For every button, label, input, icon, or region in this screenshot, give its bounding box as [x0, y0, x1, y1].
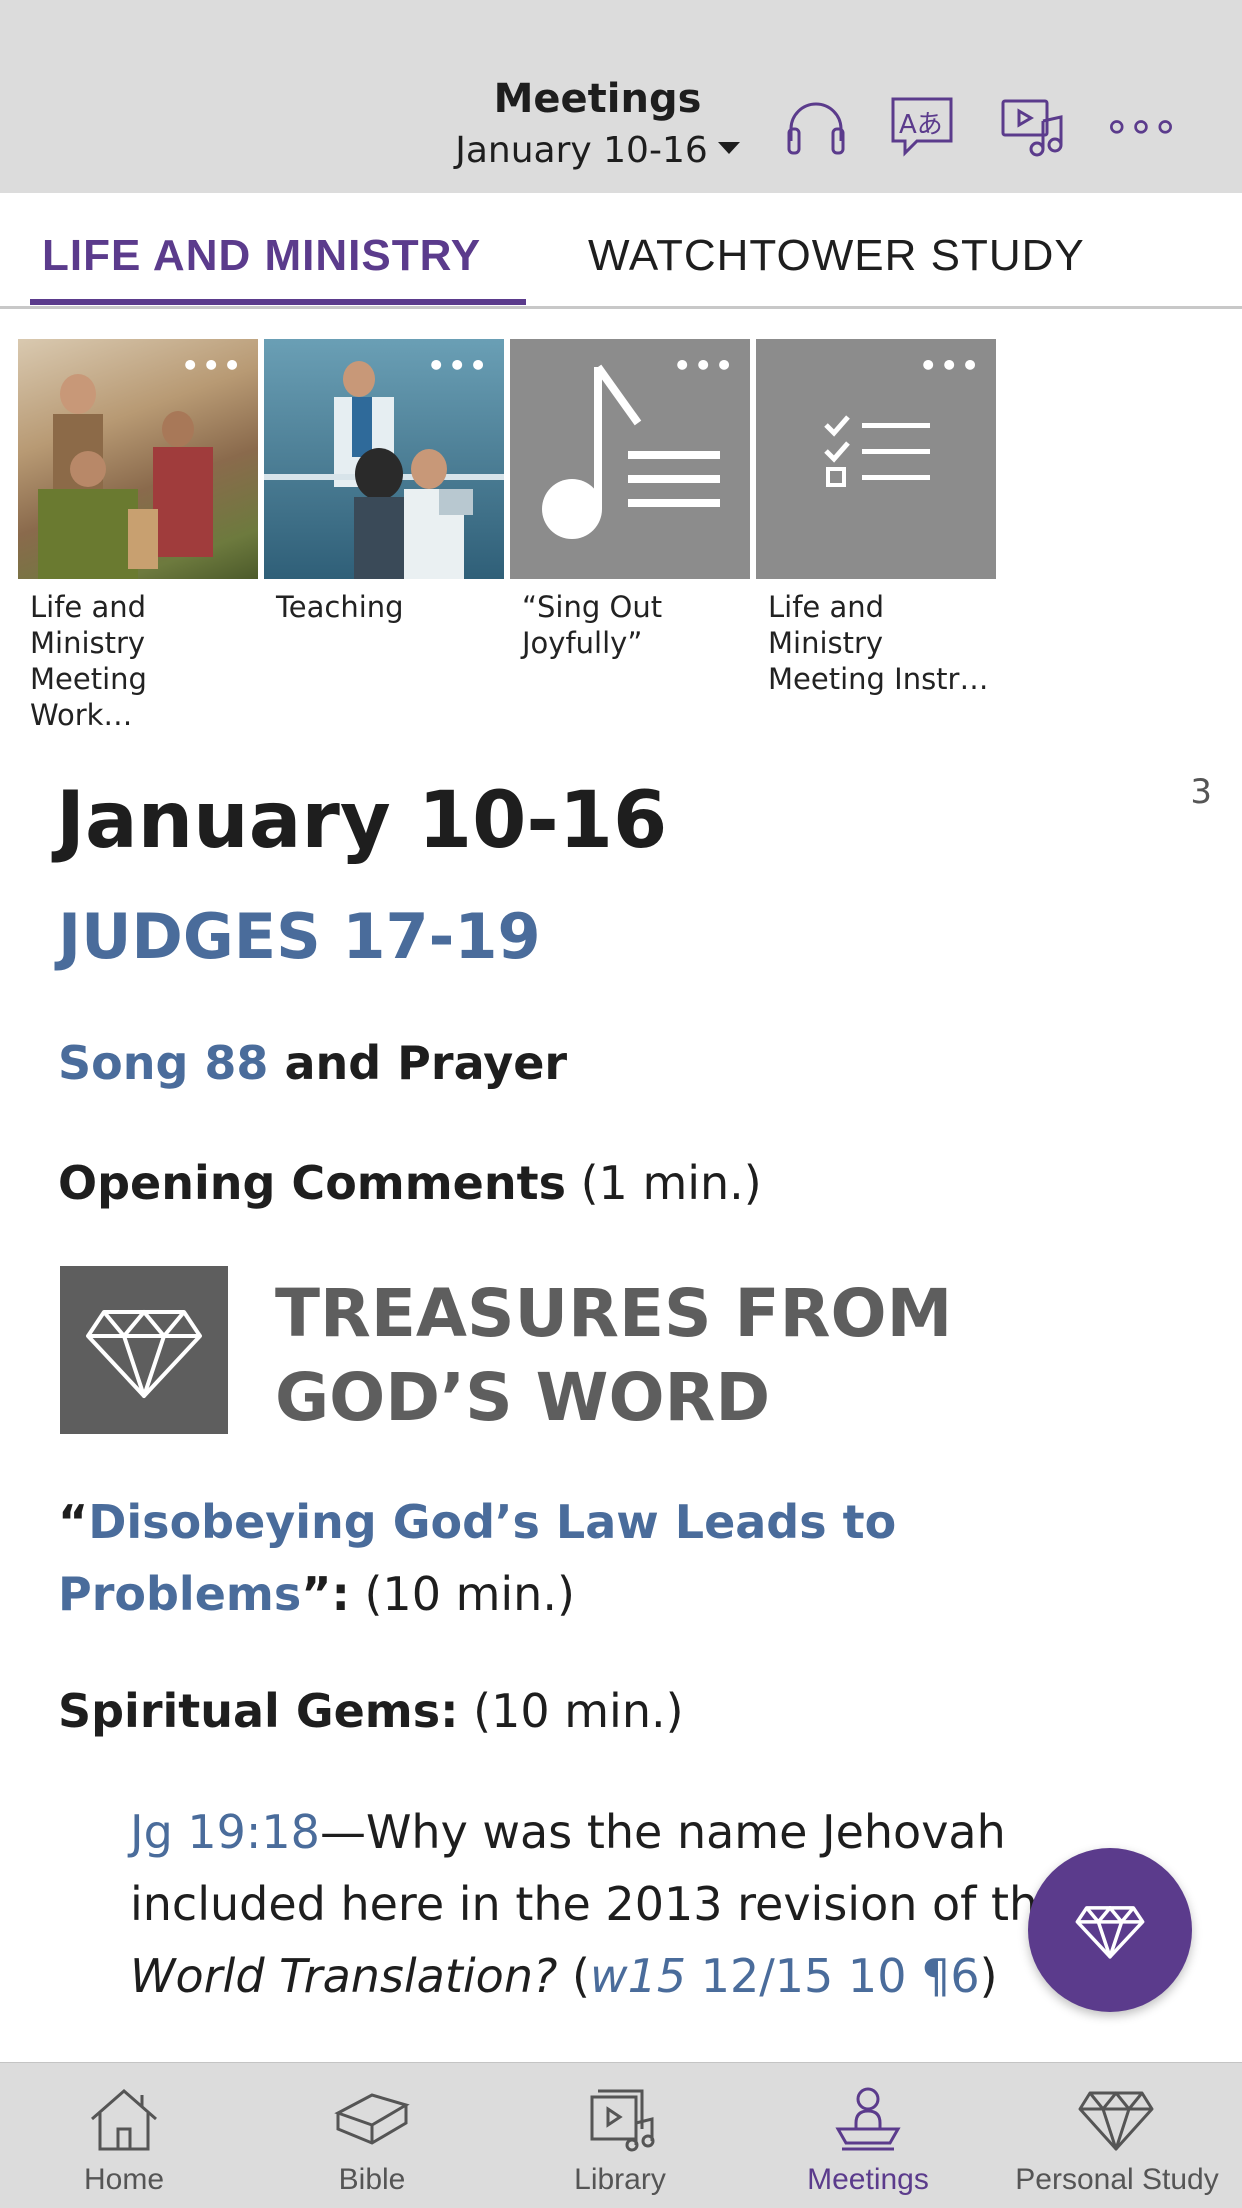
song-rest-text: and Prayer [268, 1036, 568, 1090]
language-icon[interactable]: Aあ [884, 88, 960, 164]
card-caption: “Sing Out Joyfully” [522, 590, 663, 660]
card-more-icon[interactable]: ••• [673, 349, 736, 382]
date-selector[interactable]: January 10-16 [420, 130, 775, 171]
publication-card[interactable]: ••• Life and Ministry Meeting Instr… [756, 339, 996, 697]
talk-item: “Disobeying God’s Law Leads to Problems”… [58, 1486, 1178, 1630]
nav-label: Bible [338, 2163, 406, 2196]
nav-meetings[interactable]: Meetings [744, 2063, 992, 2208]
song-link[interactable]: Song 88 [58, 1036, 268, 1090]
nav-personal-study[interactable]: Personal Study [992, 2063, 1242, 2208]
card-caption: Teaching [276, 590, 404, 624]
nav-label: Meetings [807, 2163, 929, 2196]
talk-open-quote: “ [58, 1495, 89, 1549]
gem-paren-open: ( [557, 1949, 590, 2003]
gem-paren-close: ) [979, 1949, 998, 2003]
page-number: 3 [1190, 772, 1212, 812]
nav-library[interactable]: Library [496, 2063, 744, 2208]
card-caption: Life and Ministry Meeting Work… [30, 590, 147, 732]
opening-time: (1 min.) [565, 1156, 762, 1210]
caret-down-icon [717, 142, 740, 154]
card-more-icon[interactable]: ••• [181, 349, 244, 382]
spiritual-gems: Spiritual Gems: (10 min.) [58, 1684, 684, 1738]
bottom-nav: Home Bible Library Meetings Personal Stu… [0, 2062, 1242, 2208]
personal-study-fab[interactable] [1028, 1848, 1192, 2012]
tab-bar: LIFE AND MINISTRY WATCHTOWER STUDY [0, 193, 1242, 309]
tab-watchtower-study[interactable]: WATCHTOWER STUDY [588, 231, 1085, 281]
headphones-icon[interactable] [778, 88, 854, 164]
tab-life-and-ministry[interactable]: LIFE AND MINISTRY [42, 231, 481, 281]
song-and-prayer: Song 88 and Prayer [58, 1036, 567, 1090]
nav-label: Library [574, 2163, 666, 2196]
reference-pub: w15 [589, 1949, 687, 2003]
scripture-link[interactable]: Jg 19:18 [130, 1805, 320, 1859]
teaching-cover-image: ••• [264, 339, 504, 579]
diamond-icon [1075, 1906, 1145, 1959]
card-more-icon[interactable]: ••• [427, 349, 490, 382]
page-title: Meetings [493, 76, 702, 122]
talk-close-quote: ”: [301, 1567, 350, 1621]
workbook-cover-image: ••• [18, 339, 258, 579]
bible-icon [334, 2093, 410, 2145]
nav-label: Home [83, 2163, 165, 2196]
nav-home[interactable]: Home [0, 2063, 248, 2208]
media-icon[interactable] [996, 88, 1072, 164]
publication-card[interactable]: ••• Life and Ministry Meeting Work… [18, 339, 258, 733]
music-note-icon: ••• [510, 339, 750, 579]
opening-label: Opening Comments [58, 1156, 566, 1210]
svg-text:Aあ: Aあ [899, 110, 943, 140]
card-more-icon[interactable]: ••• [919, 349, 982, 382]
active-tab-indicator [30, 299, 526, 305]
opening-comments: Opening Comments (1 min.) [58, 1156, 762, 1210]
library-icon [590, 2089, 655, 2152]
talk-time: (10 min.) [349, 1567, 575, 1621]
date-selector-label: January 10-16 [455, 130, 708, 171]
reference-link[interactable]: w15 12/15 10 ¶6 [590, 1949, 980, 2003]
checklist-icon: ••• [756, 339, 996, 579]
bible-reading-link[interactable]: JUDGES 17-19 [58, 900, 541, 973]
publication-card[interactable]: ••• Teaching [264, 339, 504, 625]
nav-bible[interactable]: Bible [248, 2063, 496, 2208]
meetings-icon [835, 2087, 901, 2151]
section-heading: TREASURES FROM GOD’S WORD [275, 1275, 953, 1436]
top-bar: Meetings January 10-16 Aあ [0, 0, 1242, 193]
reference-rest: 12/15 10 ¶6 [686, 1949, 980, 2003]
diamond-icon [60, 1266, 228, 1434]
gems-label: Spiritual Gems: [58, 1684, 459, 1738]
nav-label: Personal Study [1015, 2163, 1219, 2196]
publication-card[interactable]: ••• “Sing Out Joyfully” [510, 339, 750, 661]
personal-study-icon [1078, 2091, 1154, 2151]
gems-time: (10 min.) [458, 1684, 684, 1738]
week-heading: January 10-16 [56, 776, 668, 866]
more-icon[interactable] [1102, 88, 1180, 164]
card-caption: Life and Ministry Meeting Instr… [768, 590, 989, 696]
home-icon [91, 2089, 157, 2151]
